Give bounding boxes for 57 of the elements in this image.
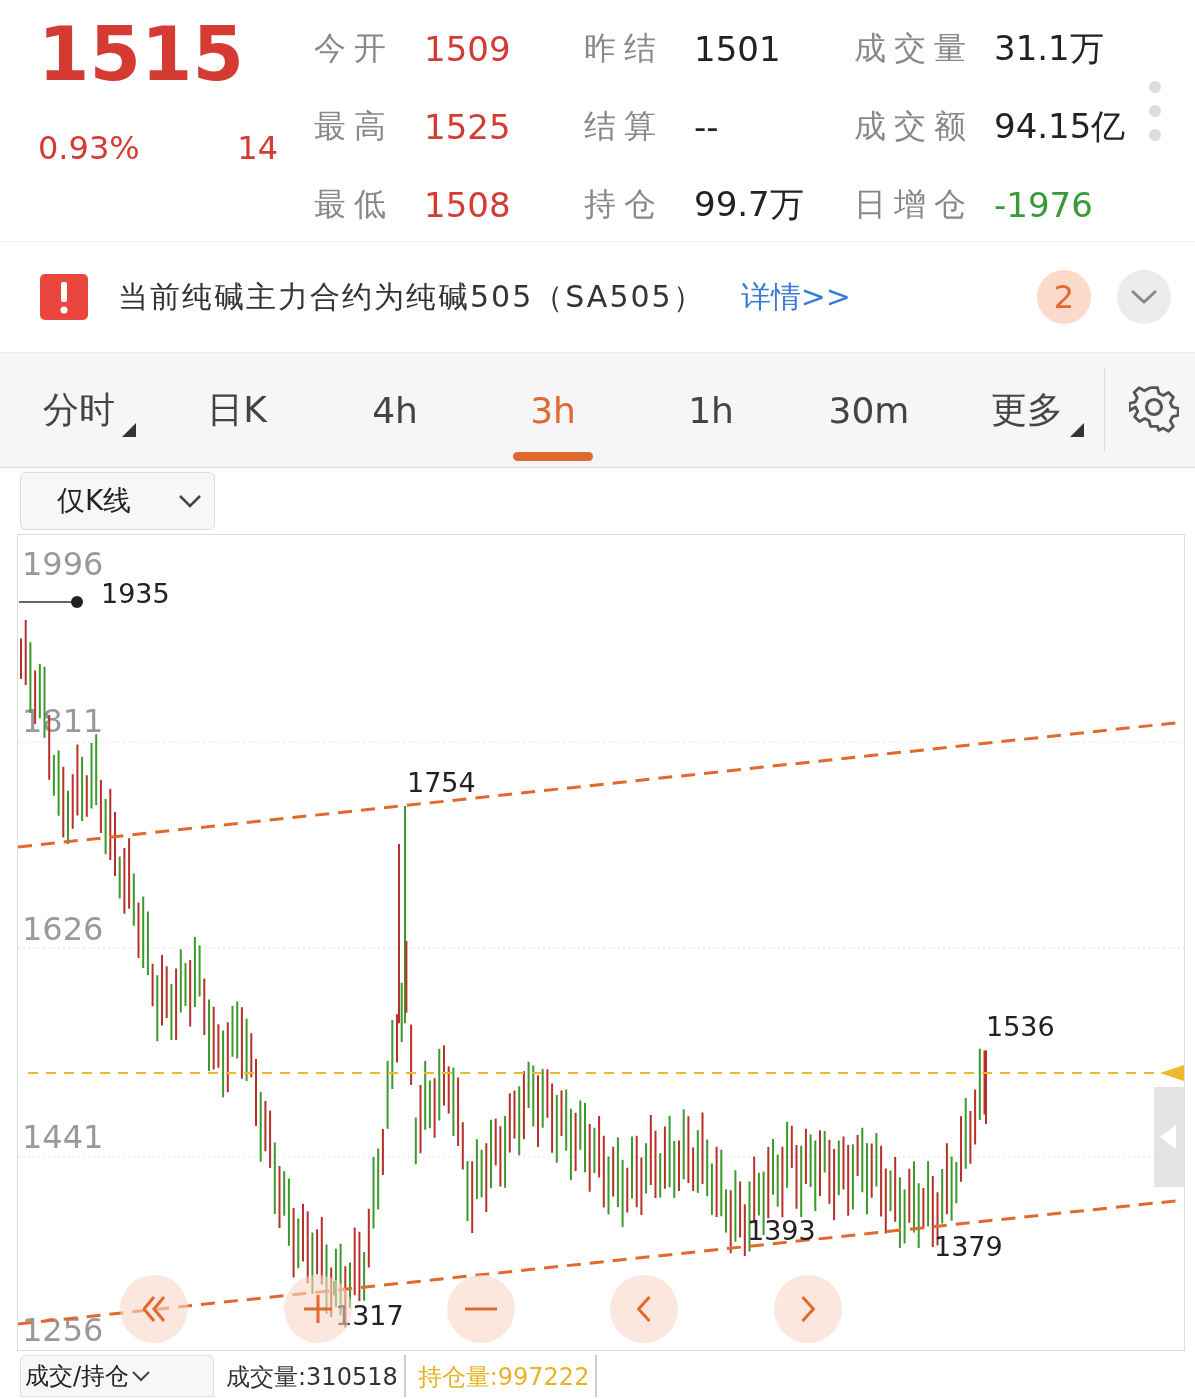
notice-text: 当前纯碱主力合约为纯碱505（SA505） [118, 277, 705, 316]
stat-value: 1525 [424, 107, 511, 147]
stat-value: 1508 [424, 185, 511, 225]
chevron-right-icon [801, 1296, 815, 1322]
stat-label: 结算 [584, 106, 665, 147]
settings-icon[interactable] [1129, 385, 1179, 435]
chevron-down-icon [131, 1370, 152, 1382]
period-tab[interactable]: 1h [632, 353, 790, 467]
change-amount: 14 [237, 129, 278, 168]
stat-value: 1501 [694, 29, 781, 69]
zoom-out-icon [464, 1307, 498, 1311]
side-handle[interactable] [1154, 1087, 1184, 1187]
stat-label: 昨结 [584, 28, 665, 69]
period-tab[interactable]: 4h [316, 353, 474, 467]
stat-label: 成交量 [854, 28, 974, 69]
stat-label: 成交额 [854, 106, 974, 147]
price-annotation: 1379 [934, 1231, 1003, 1262]
price-annotation: 1536 [986, 1011, 1055, 1042]
indicator-value: 持仓量:997222 [417, 1355, 598, 1397]
stat-label: 持仓 [584, 184, 665, 225]
double-left-icon [143, 1296, 165, 1322]
stat-value: 31.1万 [994, 27, 1104, 70]
warning-icon [40, 274, 88, 320]
y-axis-label: 1441 [22, 1118, 104, 1156]
price-annotation: 1317 [335, 1300, 404, 1331]
period-tab[interactable]: 更多 [948, 353, 1106, 467]
y-axis-label: 1626 [22, 910, 104, 948]
last-price: 1515 [38, 14, 245, 96]
chevron-down-icon [178, 494, 202, 508]
zoom-in-icon [303, 1294, 333, 1324]
stat-label: 日增仓 [854, 184, 974, 225]
chevron-left-icon [637, 1296, 651, 1322]
stat-label: 今开 [314, 28, 395, 69]
stat-value: 94.15亿 [994, 105, 1126, 148]
stat-value: -1976 [994, 185, 1093, 225]
chart-mode-dropdown[interactable]: 仅K线 [20, 472, 215, 530]
stat-label: 最低 [314, 184, 395, 225]
y-axis-label: 1996 [22, 545, 104, 583]
period-tab[interactable]: 日K [158, 353, 316, 467]
stat-value: 99.7万 [694, 183, 804, 226]
period-tab[interactable]: 30m [790, 353, 948, 467]
price-annotation: 1935 [101, 578, 170, 609]
leader-line [18, 596, 83, 608]
chevron-down-icon [1129, 288, 1159, 306]
price-annotation: 1754 [407, 767, 476, 798]
stat-label: 最高 [314, 106, 395, 147]
change-percent: 0.93% [38, 129, 140, 168]
price-marker-icon [1160, 1065, 1184, 1081]
price-annotation: 1393 [747, 1215, 816, 1246]
stat-value: -- [694, 107, 719, 147]
indicator-dropdown[interactable]: 成交/持仓 [20, 1355, 214, 1397]
indicator-value: 成交量:310518 [226, 1355, 406, 1397]
period-tab[interactable]: 分时 [0, 353, 158, 467]
count-badge: 2 [1037, 270, 1091, 324]
details-link[interactable]: 详情>> [740, 276, 851, 318]
stat-value: 1509 [424, 29, 511, 69]
expand-button[interactable] [1117, 270, 1171, 324]
